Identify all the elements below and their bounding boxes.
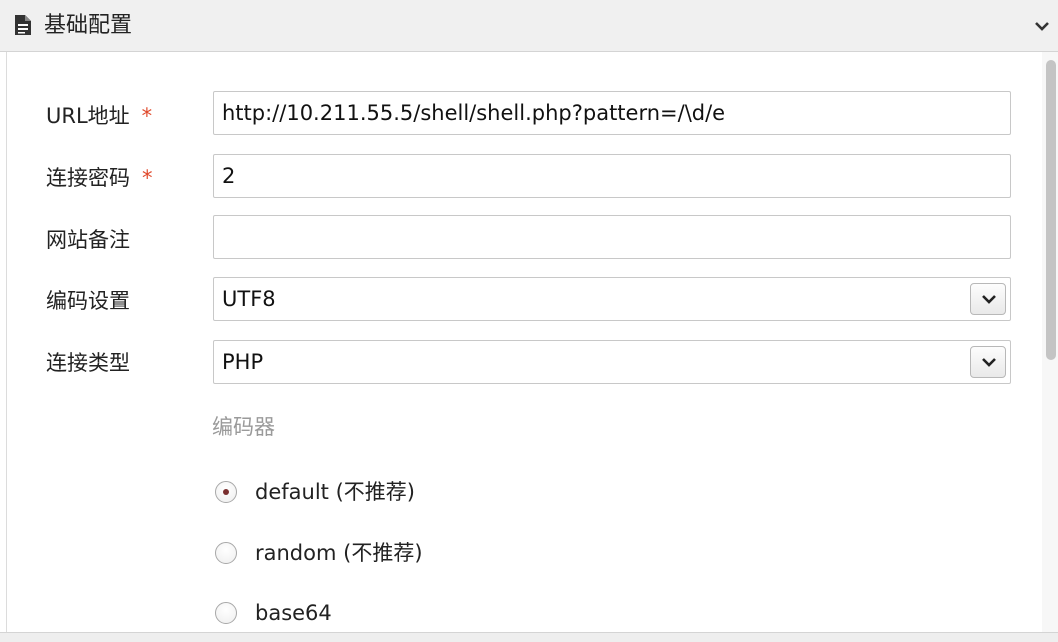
panel-title: 基础配置 xyxy=(44,13,133,38)
type-select[interactable]: PHP xyxy=(213,340,1011,384)
panel-bottom-border xyxy=(0,632,1058,642)
vertical-scrollbar[interactable] xyxy=(1042,52,1058,632)
panel-header[interactable]: 基础配置 xyxy=(0,0,1058,52)
encoding-value: UTF8 xyxy=(222,287,276,311)
encoding-dropdown-button[interactable] xyxy=(970,283,1006,315)
radio-button[interactable] xyxy=(215,481,237,503)
chevron-down-icon[interactable] xyxy=(1032,16,1052,36)
required-mark: * xyxy=(142,166,153,190)
encoding-select[interactable]: UTF8 xyxy=(213,277,1011,321)
radio-label: base64 xyxy=(255,601,332,625)
url-label: URL地址 * xyxy=(46,101,152,131)
chevron-down-icon xyxy=(982,358,996,367)
password-input[interactable]: 2 xyxy=(213,154,1011,198)
password-label: 连接密码 * xyxy=(46,163,153,193)
radio-button[interactable] xyxy=(215,602,237,624)
encoding-label: 编码设置 xyxy=(46,289,130,313)
url-label-text: URL地址 xyxy=(46,104,130,128)
type-label: 连接类型 xyxy=(46,351,130,375)
note-label: 网站备注 xyxy=(46,228,130,252)
note-input[interactable] xyxy=(213,215,1011,259)
chevron-down-icon xyxy=(982,295,996,304)
password-label-text: 连接密码 xyxy=(46,166,130,190)
document-icon xyxy=(15,15,31,35)
type-value: PHP xyxy=(222,350,264,374)
type-dropdown-button[interactable] xyxy=(970,346,1006,378)
radio-label: default (不推荐) xyxy=(255,480,415,504)
url-input[interactable]: http://10.211.55.5/shell/shell.php?patte… xyxy=(213,91,1011,135)
scrollbar-thumb[interactable] xyxy=(1046,60,1056,360)
encoder-section-label: 编码器 xyxy=(212,415,275,439)
radio-label: random (不推荐) xyxy=(255,541,423,565)
required-mark: * xyxy=(141,104,153,128)
radio-button[interactable] xyxy=(215,542,237,564)
